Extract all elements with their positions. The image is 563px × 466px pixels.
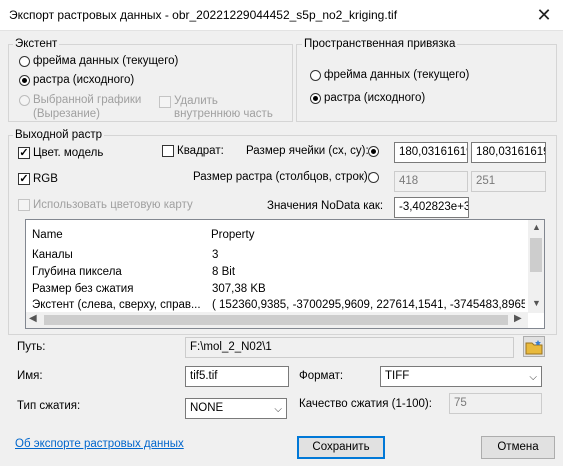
format-label: Формат: [299, 370, 344, 382]
output-legend: Выходной растр [13, 129, 104, 141]
scroll-up-icon[interactable]: ▲ [532, 222, 541, 232]
square-label: Квадрат: [177, 145, 224, 157]
spatial-group [296, 44, 557, 122]
spatial-raster-radio[interactable] [310, 93, 321, 104]
chevron-down-icon: ⌵ [529, 372, 537, 383]
about-export-link[interactable]: Об экспорте растровых данных [15, 438, 184, 450]
extent-raster-label: растра (исходного) [33, 74, 135, 86]
color-model-label: Цвет. модель [33, 147, 104, 159]
table-row-value: 8 Bit [212, 266, 236, 278]
raster-size-label: Размер растра (столбцов, строк): [193, 171, 371, 183]
format-select[interactable]: TIFF ⌵ [380, 366, 542, 387]
table-row-name: Каналы [32, 249, 73, 261]
nodata-input[interactable]: -3,402823e+38 [394, 197, 469, 218]
format-value: TIFF [385, 370, 410, 382]
extent-selected-label-1: Выбранной графики [33, 94, 142, 106]
cell-size-label: Размер ячейки (сх, су): [246, 145, 369, 157]
horizontal-scroll-thumb[interactable] [44, 315, 508, 325]
remove-inner-label-1: Удалить [174, 95, 218, 107]
folder-icon [525, 340, 543, 355]
raster-size-radio[interactable] [368, 172, 379, 183]
remove-inner-label-2: внутреннюю часть [174, 108, 273, 120]
cell-size-y-input[interactable]: 180,0316161999 [471, 142, 546, 163]
column-header-property[interactable]: Property [211, 229, 254, 241]
cancel-button[interactable]: Отмена [481, 436, 555, 459]
extent-selected-radio[interactable] [19, 95, 30, 106]
browse-button[interactable] [523, 336, 545, 357]
remove-inner-checkbox[interactable] [159, 96, 171, 108]
properties-table[interactable]: Name Property Каналы 3 Глубина пиксела 8… [25, 219, 545, 329]
path-input[interactable]: F:\mol_2_N02\1 [185, 337, 514, 358]
table-row-value: ( 152360,9385, -3700295,9609, 227614,154… [212, 299, 525, 311]
raster-cols-input[interactable]: 418 [394, 171, 468, 192]
compression-type-label: Тип сжатия: [17, 400, 81, 412]
name-input[interactable]: tif5.tif [185, 366, 289, 387]
table-row-name: Экстент (слева, сверху, справ... [32, 299, 201, 311]
close-icon[interactable]: ✕ [530, 4, 558, 26]
extent-selected-label-2: (Вырезание) [33, 108, 100, 120]
spatial-frame-radio[interactable] [310, 70, 321, 81]
vertical-scrollbar[interactable]: ▲ ▼ [528, 220, 544, 313]
use-colormap-label: Использовать цветовую карту [33, 199, 193, 211]
table-row-value: 307,38 KB [212, 283, 266, 295]
rgb-checkbox[interactable]: ✓ [18, 173, 30, 185]
color-model-checkbox[interactable]: ✓ [18, 147, 30, 159]
spatial-legend: Пространственная привязка [302, 38, 458, 50]
nodata-label: Значения NoData как: [267, 200, 384, 212]
scroll-right-icon[interactable]: ▶ [514, 313, 522, 324]
chevron-down-icon: ⌵ [274, 404, 282, 415]
save-button[interactable]: Сохранить [297, 436, 385, 459]
table-row-name: Размер без сжатия [32, 283, 134, 295]
use-colormap-checkbox[interactable] [18, 199, 30, 211]
compression-quality-label: Качество сжатия (1-100): [299, 398, 432, 410]
window-title: Экспорт растровых данных - obr_202212290… [9, 8, 398, 22]
spatial-raster-label: растра (исходного) [324, 92, 426, 104]
table-row-value: 3 [212, 249, 219, 261]
rgb-label: RGB [33, 173, 58, 185]
extent-frame-radio[interactable] [19, 56, 30, 67]
extent-legend: Экстент [13, 38, 60, 50]
scroll-left-icon[interactable]: ◀ [29, 313, 37, 324]
cell-size-x-input[interactable]: 180,0316161999 [394, 142, 468, 163]
table-row-name: Глубина пиксела [32, 266, 122, 278]
vertical-scroll-thumb[interactable] [530, 238, 542, 272]
path-label: Путь: [17, 341, 46, 353]
column-header-name[interactable]: Name [32, 229, 63, 241]
compression-type-select[interactable]: NONE ⌵ [185, 398, 287, 419]
square-checkbox[interactable] [162, 145, 174, 157]
compression-quality-input[interactable]: 75 [449, 393, 542, 414]
spatial-frame-label: фрейма данных (текущего) [324, 69, 470, 81]
raster-rows-input[interactable]: 251 [471, 171, 546, 192]
extent-frame-label: фрейма данных (текущего) [33, 55, 179, 67]
scroll-down-icon[interactable]: ▼ [532, 298, 541, 308]
horizontal-scrollbar[interactable]: ◀ ▶ [26, 312, 528, 328]
cell-size-radio[interactable] [368, 146, 379, 157]
extent-raster-radio[interactable] [19, 75, 30, 86]
compression-type-value: NONE [190, 402, 224, 414]
name-label: Имя: [17, 370, 43, 382]
